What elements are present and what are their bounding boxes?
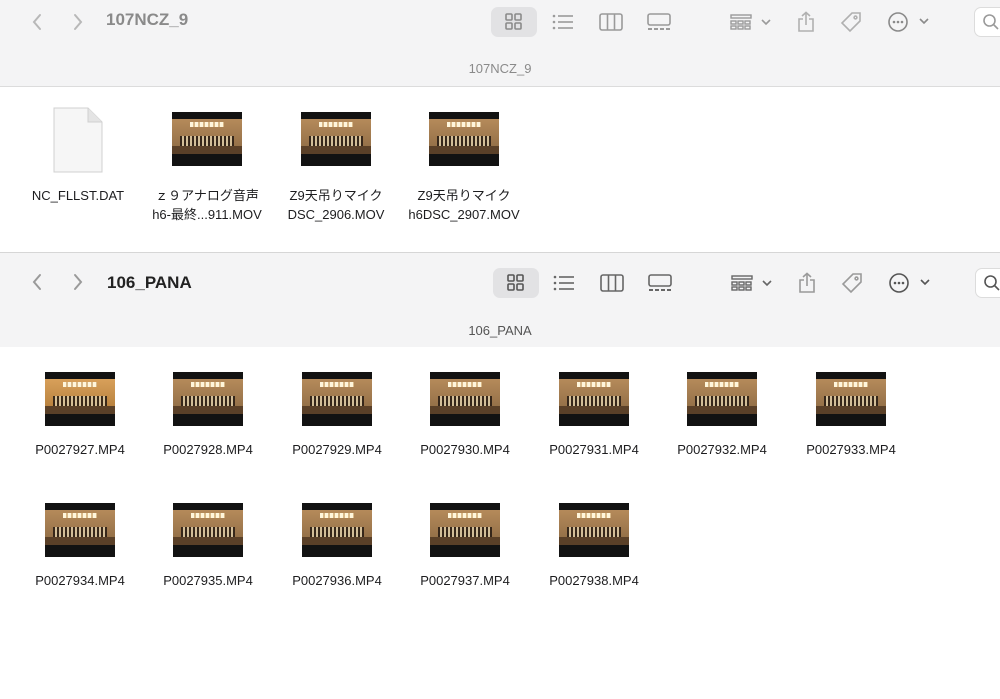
file-name: P0027927.MP4 [35, 442, 125, 457]
video-thumbnail [301, 112, 371, 166]
video-thumbnail [687, 372, 757, 426]
video-thumbnail [816, 372, 886, 426]
list-view-button[interactable] [547, 268, 581, 298]
file-item[interactable]: Z9天吊りマイク DSC_2906.MOV [272, 112, 400, 224]
back-icon[interactable] [22, 8, 52, 36]
share-button[interactable] [792, 7, 820, 37]
video-thumbnail [45, 372, 115, 426]
search-icon [983, 14, 999, 30]
file-name: ｚ９アナログ音声 h6-最終...911.MOV [152, 188, 262, 222]
column-view-icon [599, 13, 623, 31]
group-button[interactable] [728, 7, 774, 37]
tag-icon [841, 273, 862, 294]
file-name: Z9天吊りマイク DSC_2906.MOV [287, 188, 385, 222]
file-name: Z9天吊りマイク h6DSC_2907.MOV [408, 188, 520, 222]
column-view-button[interactable] [595, 268, 629, 298]
window-title: 107NCZ_9 [106, 10, 189, 29]
tag-button[interactable] [836, 7, 866, 37]
video-thumbnail [302, 372, 372, 426]
file-item[interactable]: P0027936.MP4 [273, 503, 401, 590]
file-item[interactable]: P0027931.MP4 [530, 372, 658, 459]
file-item[interactable]: P0027932.MP4 [658, 372, 786, 459]
gallery-view-button[interactable] [642, 7, 676, 37]
file-name: P0027934.MP4 [35, 573, 125, 588]
window-title: 106_PANA [107, 273, 192, 292]
more-icon [889, 273, 930, 293]
file-name: NC_FLLST.DAT [31, 188, 125, 203]
file-grid: NC_FLLST.DAT ｚ９アナログ音声 h6-最終...911.MOV Z9… [0, 87, 1000, 252]
video-thumbnail [173, 503, 243, 557]
icon-view-icon [507, 274, 524, 291]
file-item[interactable]: P0027935.MP4 [144, 503, 272, 590]
column-view-icon [600, 274, 624, 292]
file-name: P0027938.MP4 [549, 573, 639, 588]
group-icon [731, 275, 772, 291]
gallery-view-icon [647, 13, 671, 30]
video-thumbnail [45, 503, 115, 557]
share-icon [799, 272, 815, 293]
file-item[interactable]: P0027938.MP4 [530, 503, 658, 590]
video-thumbnail [302, 503, 372, 557]
file-item[interactable]: P0027927.MP4 [16, 372, 144, 459]
group-button[interactable] [729, 268, 775, 298]
document-icon [53, 107, 103, 173]
gallery-view-button[interactable] [643, 268, 677, 298]
file-item[interactable]: P0027930.MP4 [401, 372, 529, 459]
group-icon [730, 14, 771, 30]
column-view-button[interactable] [594, 7, 628, 37]
video-thumbnail [559, 503, 629, 557]
icon-view-button[interactable] [491, 7, 537, 37]
file-item[interactable]: NC_FLLST.DAT [14, 106, 142, 205]
video-thumbnail [430, 503, 500, 557]
back-icon[interactable] [22, 268, 52, 296]
more-icon [888, 12, 929, 32]
share-button[interactable] [793, 268, 821, 298]
file-name: P0027936.MP4 [292, 573, 382, 588]
icon-view-icon [505, 13, 522, 30]
tag-button[interactable] [837, 268, 867, 298]
file-name: P0027931.MP4 [549, 442, 639, 457]
video-thumbnail [429, 112, 499, 166]
list-view-button[interactable] [546, 7, 580, 37]
file-name: P0027932.MP4 [677, 442, 767, 457]
search-field[interactable] [974, 7, 1000, 37]
gallery-view-icon [648, 274, 672, 291]
toolbar: 107NCZ_9 107NCZ_9 [0, 0, 1000, 87]
search-icon [984, 275, 1000, 291]
file-item[interactable]: P0027934.MP4 [16, 503, 144, 590]
file-item[interactable]: P0027933.MP4 [787, 372, 915, 459]
file-grid: P0027927.MP4 P0027928.MP4 P0027929.MP4 P… [0, 347, 1000, 699]
list-view-icon [553, 275, 574, 291]
file-name: P0027928.MP4 [163, 442, 253, 457]
file-item[interactable]: P0027928.MP4 [144, 372, 272, 459]
file-item[interactable]: P0027929.MP4 [273, 372, 401, 459]
list-view-icon [552, 14, 573, 30]
icon-view-button[interactable] [493, 268, 539, 298]
more-button[interactable] [886, 7, 934, 37]
search-field[interactable] [975, 268, 1000, 298]
toolbar: 106_PANA 106_PANA [0, 252, 1000, 348]
tag-icon [840, 12, 861, 33]
file-item[interactable]: Z9天吊りマイク h6DSC_2907.MOV [400, 112, 528, 224]
finder-window-107ncz: 107NCZ_9 107NCZ_9 NC_FLLST.DAT ｚ９アナログ音声 … [0, 0, 1000, 252]
file-item[interactable]: P0027937.MP4 [401, 503, 529, 590]
forward-icon[interactable] [63, 8, 93, 36]
video-thumbnail [430, 372, 500, 426]
file-name: P0027929.MP4 [292, 442, 382, 457]
path-label: 107NCZ_9 [468, 61, 532, 76]
path-label: 106_PANA [468, 323, 532, 338]
share-icon [798, 11, 814, 32]
file-name: P0027935.MP4 [163, 573, 253, 588]
video-thumbnail [559, 372, 629, 426]
forward-icon[interactable] [63, 268, 93, 296]
video-thumbnail [172, 112, 242, 166]
file-name: P0027933.MP4 [806, 442, 896, 457]
file-name: P0027930.MP4 [420, 442, 510, 457]
file-item[interactable]: ｚ９アナログ音声 h6-最終...911.MOV [143, 112, 271, 224]
file-name: P0027937.MP4 [420, 573, 510, 588]
more-button[interactable] [887, 268, 935, 298]
video-thumbnail [173, 372, 243, 426]
finder-window-106pana: 106_PANA 106_PANA P0027927.MP4 P0027928.… [0, 252, 1000, 699]
